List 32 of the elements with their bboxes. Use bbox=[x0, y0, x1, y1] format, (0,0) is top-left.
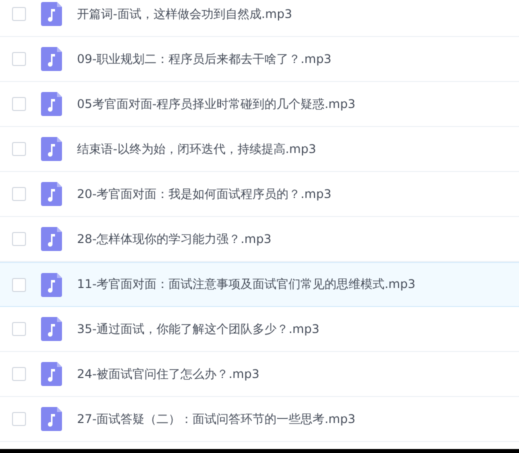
music-file-icon bbox=[41, 227, 62, 251]
music-file-icon bbox=[41, 182, 62, 206]
checkbox[interactable] bbox=[12, 232, 26, 246]
checkbox[interactable] bbox=[12, 322, 26, 336]
checkbox[interactable] bbox=[12, 187, 26, 201]
file-name[interactable]: 27-面试答疑（二）：面试问答环节的一些思考.mp3 bbox=[77, 410, 356, 428]
music-file-icon bbox=[41, 272, 62, 296]
file-name[interactable]: 35-通过面试，你能了解这个团队多少？.mp3 bbox=[77, 320, 320, 338]
music-file-icon bbox=[41, 362, 62, 386]
music-file-icon bbox=[41, 92, 62, 116]
checkbox[interactable] bbox=[12, 278, 26, 292]
music-file-icon bbox=[41, 47, 62, 71]
file-name[interactable]: 结束语-以终为始，闭环迭代，持续提高.mp3 bbox=[77, 140, 316, 158]
checkbox[interactable] bbox=[12, 97, 26, 111]
file-row[interactable]: 开篇词-面试，这样做会功到自然成.mp3 bbox=[0, 0, 519, 37]
checkbox[interactable] bbox=[12, 142, 26, 156]
file-name[interactable]: 20-考官面对面：我是如何面试程序员的？.mp3 bbox=[77, 186, 332, 202]
music-file-icon bbox=[41, 2, 62, 26]
file-name[interactable]: 05考官面对面-程序员择业时常碰到的几个疑惑.mp3 bbox=[77, 96, 356, 112]
file-name[interactable]: 开篇词-面试，这样做会功到自然成.mp3 bbox=[77, 6, 292, 22]
checkbox[interactable] bbox=[12, 7, 26, 21]
file-name[interactable]: 28-怎样体现你的学习能力强？.mp3 bbox=[77, 230, 272, 248]
file-name[interactable]: 24-被面试官问住了怎么办？.mp3 bbox=[77, 366, 260, 382]
checkbox[interactable] bbox=[12, 367, 26, 381]
file-name[interactable]: 09-职业规划二：程序员后来都去干啥了？.mp3 bbox=[77, 50, 332, 68]
file-name[interactable]: 11-考官面对面：面试注意事项及面试官们常见的思维模式.mp3 bbox=[77, 276, 416, 293]
music-file-icon bbox=[41, 137, 62, 161]
music-file-icon bbox=[41, 407, 62, 431]
checkbox[interactable] bbox=[12, 52, 26, 66]
checkbox[interactable] bbox=[12, 412, 26, 426]
file-row[interactable]: 11-考官面对面：面试注意事项及面试官们常见的思维模式.mp3 bbox=[0, 262, 519, 307]
music-file-icon bbox=[41, 317, 62, 341]
